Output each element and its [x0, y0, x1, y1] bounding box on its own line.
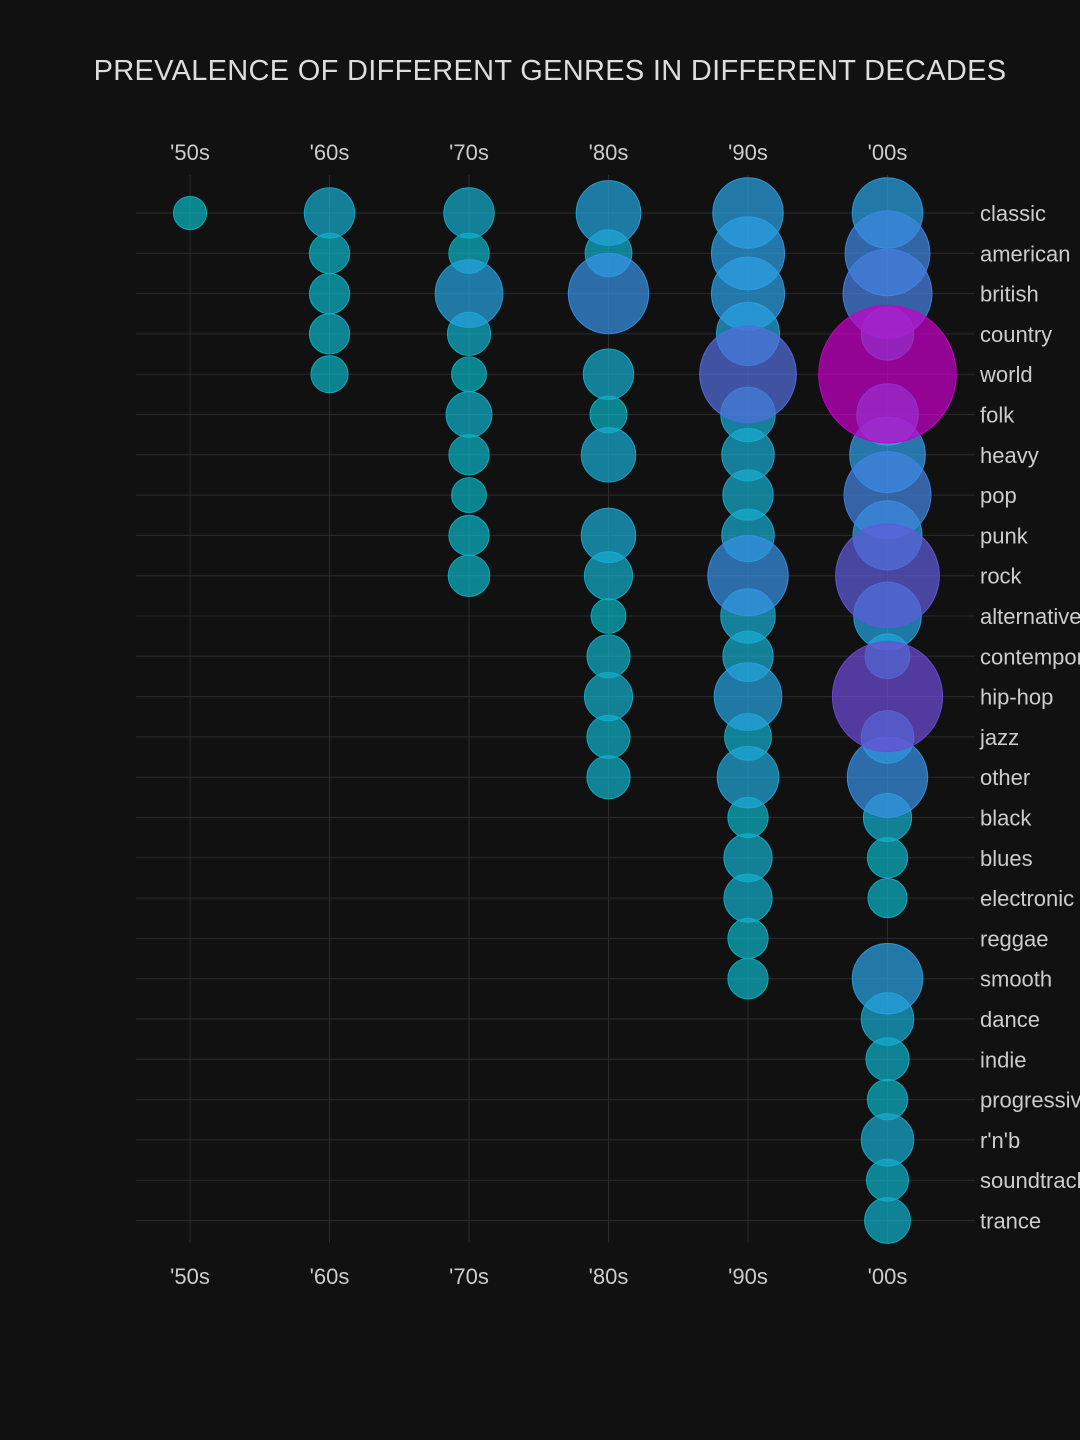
bubble-80s-contemporary	[586, 634, 631, 679]
bubble-70s-folk	[445, 391, 493, 438]
y-tick-folk: folk	[980, 403, 1015, 428]
y-tick-electronic: electronic	[980, 886, 1074, 911]
bubble-60s-country	[308, 313, 351, 355]
y-tick-reggae: reggae	[980, 926, 1049, 951]
bubble-80s-heavy	[580, 427, 637, 483]
y-tick-contemporary: contemporary	[980, 644, 1080, 669]
y-tick-progressive: progressive	[980, 1088, 1080, 1113]
x-tick-top-00s: '00s	[868, 140, 908, 165]
bubble-50s-classic	[172, 195, 208, 231]
y-tick-pop: pop	[980, 483, 1017, 508]
bubble-00s-r-n-b	[860, 1113, 915, 1167]
bubble-80s-jazz	[586, 714, 631, 759]
bubble-00s-hip-hop	[831, 640, 944, 753]
bubble-90s-rock	[707, 535, 789, 617]
bubble-90s-electronic	[723, 873, 773, 923]
y-tick-blues: blues	[980, 846, 1033, 871]
bubble-70s-british	[434, 259, 504, 328]
bubble-70s-classic	[443, 187, 495, 239]
y-tick-punk: punk	[980, 523, 1029, 548]
bubble-60s-british	[308, 272, 351, 315]
bubble-90s-smooth	[727, 958, 769, 1000]
y-tick-rock: rock	[980, 564, 1023, 589]
y-tick-american: american	[980, 241, 1070, 266]
x-tick-bottom-60s: '60s	[310, 1264, 350, 1289]
x-tick-top-50s: '50s	[170, 140, 210, 165]
bubble-80s-hip-hop	[583, 672, 634, 722]
bubble-90s-reggae	[727, 917, 769, 960]
bubble-00s-trance	[864, 1197, 911, 1244]
bubble-80s-punk	[580, 507, 637, 564]
bubble-80s-british	[567, 252, 650, 335]
bubble-00s-electronic	[867, 878, 908, 919]
y-tick-country: country	[980, 322, 1052, 347]
x-tick-top-90s: '90s	[728, 140, 768, 165]
x-tick-top-70s: '70s	[449, 140, 489, 165]
y-tick-world: world	[979, 362, 1033, 387]
bubble-00s-blues	[866, 837, 909, 879]
bubble-chart: PREVALENCE OF DIFFERENT GENRES IN DIFFER…	[0, 0, 1080, 1440]
y-tick-hip-hop: hip-hop	[980, 685, 1053, 710]
bubble-70s-rock	[447, 554, 491, 597]
x-tick-top-80s: '80s	[589, 140, 629, 165]
chart-title: PREVALENCE OF DIFFERENT GENRES IN DIFFER…	[94, 55, 1007, 87]
y-tick-black: black	[980, 806, 1032, 831]
bubble-80s-other	[586, 755, 631, 800]
x-tick-bottom-90s: '90s	[728, 1264, 768, 1289]
y-tick-soundtrack: soundtrack	[980, 1168, 1080, 1193]
x-tick-bottom-70s: '70s	[449, 1264, 489, 1289]
bubble-00s-world	[818, 304, 957, 444]
y-tick-r-n-b: r'n'b	[980, 1128, 1020, 1153]
bubble-60s-classic	[303, 187, 356, 239]
bubble-60s-american	[308, 232, 351, 274]
x-tick-bottom-00s: '00s	[868, 1264, 908, 1289]
bubble-60s-world	[310, 355, 349, 394]
bubble-90s-other	[716, 745, 780, 809]
y-tick-jazz: jazz	[979, 725, 1019, 750]
y-tick-alternative: alternative	[980, 604, 1080, 629]
y-tick-heavy: heavy	[980, 443, 1039, 468]
bubble-00s-rock	[835, 523, 940, 629]
bubble-80s-world	[582, 348, 635, 400]
y-tick-dance: dance	[980, 1007, 1040, 1032]
bubble-90s-hip-hop	[713, 662, 783, 731]
bubble-70s-world	[451, 356, 487, 393]
bubble-70s-punk	[448, 514, 490, 557]
y-tick-classic: classic	[980, 201, 1046, 226]
x-tick-top-60s: '60s	[310, 140, 350, 165]
bubble-80s-classic	[575, 180, 642, 246]
bubble-90s-world	[699, 325, 797, 424]
bubble-70s-pop	[451, 477, 487, 514]
bubble-70s-heavy	[448, 434, 490, 476]
bubble-00s-smooth	[851, 943, 924, 1015]
y-tick-indie: indie	[980, 1047, 1026, 1072]
y-tick-smooth: smooth	[980, 967, 1052, 992]
y-tick-other: other	[980, 765, 1030, 790]
x-tick-bottom-50s: '50s	[170, 1264, 210, 1289]
bubble-80s-alternative	[590, 598, 627, 634]
y-tick-british: british	[980, 282, 1039, 307]
bubble-90s-british	[710, 256, 786, 331]
x-tick-bottom-80s: '80s	[589, 1264, 629, 1289]
y-tick-trance: trance	[980, 1209, 1041, 1234]
